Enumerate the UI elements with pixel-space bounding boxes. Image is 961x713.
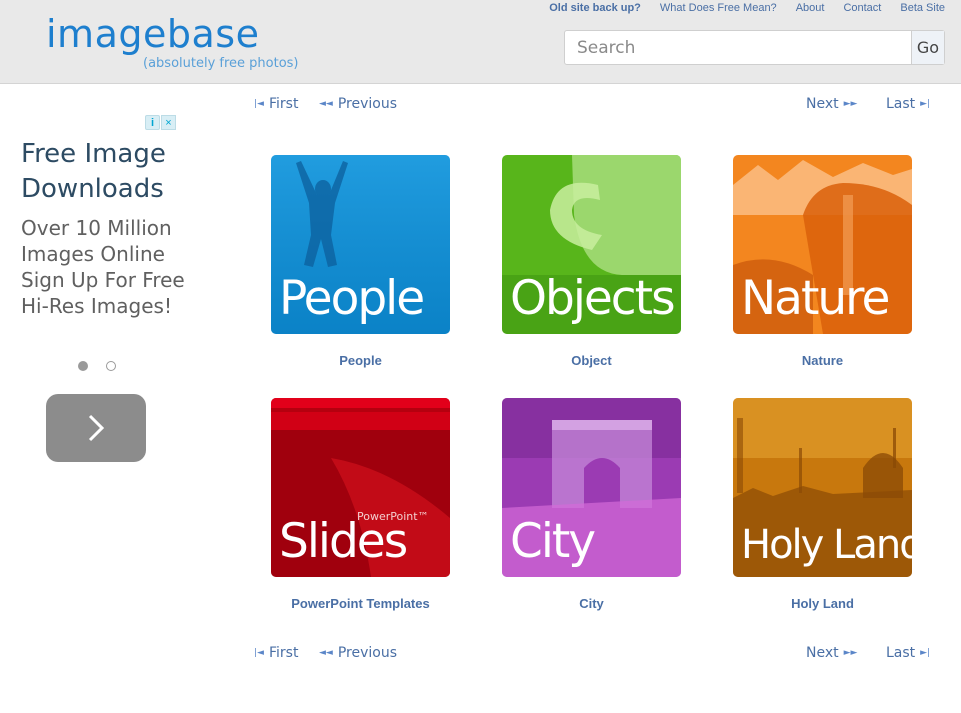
ad-next-button[interactable] xyxy=(46,394,146,462)
tile-holy-land-word: Holy Land xyxy=(741,522,912,568)
nav-about[interactable]: About xyxy=(777,2,825,14)
nav-what-free[interactable]: What Does Free Mean? xyxy=(641,2,777,14)
tile-slides[interactable]: PowerPoint™ Slides xyxy=(271,398,450,577)
first-page-icon: |◄ xyxy=(254,99,264,109)
first-page-icon: |◄ xyxy=(254,648,264,658)
tile-nature[interactable]: Nature xyxy=(733,155,912,334)
ad-body[interactable]: Over 10 Million Images Online Sign Up Fo… xyxy=(21,215,191,319)
tile-holy-land[interactable]: Holy Land xyxy=(733,398,912,577)
ad-carousel-dots xyxy=(78,361,116,371)
pager-first-bottom[interactable]: |◄ First xyxy=(254,645,298,661)
chevron-right-icon xyxy=(88,414,105,442)
pager-last[interactable]: Last ►| xyxy=(886,96,930,112)
tile-city-caption[interactable]: City xyxy=(502,596,681,611)
pager-previous-label: Previous xyxy=(337,645,398,661)
ad-dot-2[interactable] xyxy=(106,361,116,371)
tile-nature-caption[interactable]: Nature xyxy=(733,353,912,368)
pager-first-label: First xyxy=(268,645,299,661)
tile-city[interactable]: City xyxy=(502,398,681,577)
search-input[interactable] xyxy=(565,31,913,64)
pager-last-bottom[interactable]: Last ►| xyxy=(886,645,930,661)
nav-beta-site[interactable]: Beta Site xyxy=(881,2,945,14)
tile-nature-word: Nature xyxy=(741,271,890,326)
ad-close-icon[interactable]: × xyxy=(161,115,176,130)
tile-objects[interactable]: Objects xyxy=(502,155,681,334)
pager-first[interactable]: |◄ First xyxy=(254,96,298,112)
last-page-icon: ►| xyxy=(920,99,931,109)
top-nav: Old site back up? What Does Free Mean? A… xyxy=(530,2,945,14)
pager-last-label: Last xyxy=(886,96,916,112)
tile-holy-land-caption[interactable]: Holy Land xyxy=(733,596,912,611)
tile-city-word: City xyxy=(510,514,596,569)
ad-title[interactable]: Free Image Downloads xyxy=(21,137,191,207)
last-page-icon: ►| xyxy=(920,648,931,658)
previous-page-icon: ◄◄ xyxy=(319,648,333,658)
site-tagline: (absolutely free photos) xyxy=(143,56,299,71)
pager-previous-label: Previous xyxy=(337,96,398,112)
nav-contact[interactable]: Contact xyxy=(824,2,881,14)
pager-next-label: Next xyxy=(806,96,839,112)
tile-objects-caption[interactable]: Object xyxy=(502,353,681,368)
pager-previous[interactable]: ◄◄ Previous xyxy=(319,96,397,112)
pager-next-label: Next xyxy=(806,645,839,661)
next-page-icon: ►► xyxy=(843,99,858,109)
pager-previous-bottom[interactable]: ◄◄ Previous xyxy=(319,645,397,661)
tile-slides-word: Slides xyxy=(279,514,408,569)
pager-top: |◄ First ◄◄ Previous Next ►► Last ►| xyxy=(254,96,944,116)
tile-people-word: People xyxy=(279,271,425,326)
site-logo[interactable]: imagebase xyxy=(46,14,259,54)
pager-bottom: |◄ First ◄◄ Previous Next ►► Last ►| xyxy=(254,645,944,665)
ad-dot-1[interactable] xyxy=(78,361,88,371)
go-button[interactable]: Go xyxy=(911,31,944,64)
previous-page-icon: ◄◄ xyxy=(319,99,333,109)
next-page-icon: ►► xyxy=(843,648,858,658)
tile-slides-caption[interactable]: PowerPoint Templates xyxy=(271,596,450,611)
pager-next-bottom[interactable]: Next ►► xyxy=(806,645,857,661)
site-header: imagebase (absolutely free photos) Old s… xyxy=(0,0,961,84)
search-box: Go xyxy=(564,30,945,65)
pager-first-label: First xyxy=(268,96,299,112)
tile-people-caption[interactable]: People xyxy=(271,353,450,368)
tile-people[interactable]: People xyxy=(271,155,450,334)
pager-next[interactable]: Next ►► xyxy=(806,96,857,112)
nav-old-site[interactable]: Old site back up? xyxy=(530,2,641,14)
ad-info-icon[interactable]: i xyxy=(145,115,160,130)
tile-objects-word: Objects xyxy=(510,271,676,326)
ad-choices: i × xyxy=(145,115,176,130)
pager-last-label: Last xyxy=(886,645,916,661)
